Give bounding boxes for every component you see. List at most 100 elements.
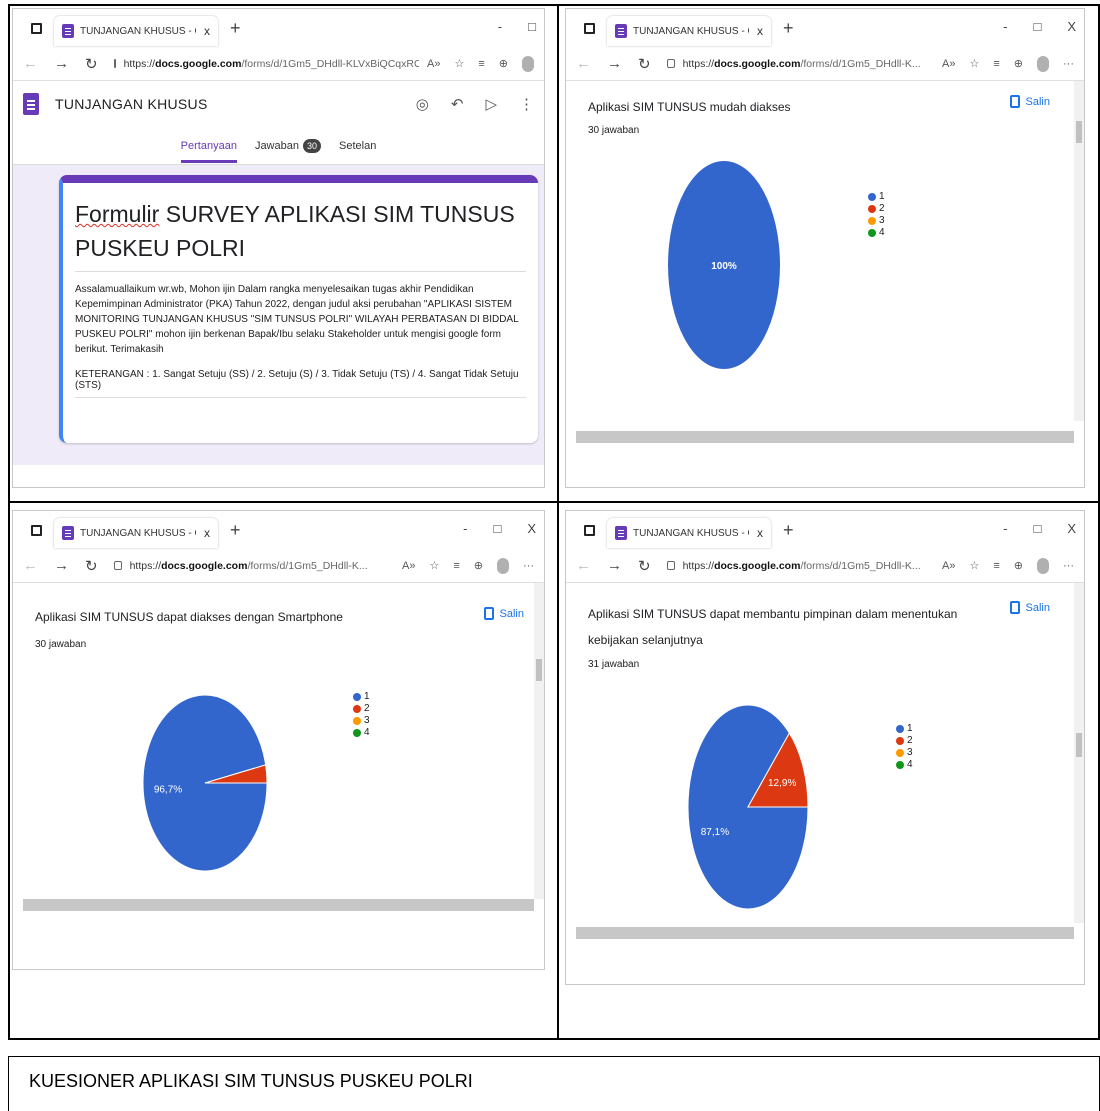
horizontal-scrollbar[interactable] — [576, 927, 1074, 939]
read-aloud-icon[interactable]: A» — [942, 58, 955, 70]
maximize-button[interactable]: □ — [493, 521, 501, 536]
new-tab-button[interactable]: + — [230, 18, 241, 39]
forward-arrow-icon[interactable]: → — [54, 55, 69, 72]
more-menu-icon[interactable]: ··· — [1063, 560, 1074, 572]
form-title[interactable]: Formulir SURVEY APLIKASI SIM TUNSUS PUSK… — [75, 197, 526, 272]
read-aloud-icon[interactable]: A» — [427, 58, 440, 70]
forward-arrow-icon[interactable]: → — [607, 557, 622, 574]
favorite-add-icon[interactable]: ☆ — [969, 559, 979, 572]
maximize-button[interactable]: □ — [528, 19, 536, 34]
scroll-thumb[interactable] — [536, 659, 542, 681]
window-icon[interactable] — [584, 22, 595, 34]
more-menu-icon[interactable]: ··· — [1063, 58, 1074, 70]
maximize-button[interactable]: □ — [1033, 521, 1041, 536]
copy-chart-button[interactable]: Salin — [483, 607, 524, 620]
form-description[interactable]: Assalamuallaikum wr.wb, Mohon ijin Dalam… — [75, 282, 526, 357]
tab-settings[interactable]: Setelan — [339, 140, 376, 152]
reload-icon[interactable]: ↻ — [638, 557, 651, 575]
more-menu-icon[interactable]: ⋮ — [519, 95, 534, 113]
tab-close-icon[interactable]: x — [204, 526, 210, 540]
window-icon[interactable] — [31, 524, 42, 536]
pie-data-label: 96,7% — [154, 784, 182, 795]
close-window-button[interactable]: X — [1067, 521, 1076, 536]
favorites-icon[interactable]: ≡ — [478, 58, 484, 70]
maximize-button[interactable]: □ — [1033, 19, 1041, 34]
reload-icon[interactable]: ↻ — [85, 55, 98, 73]
close-window-button[interactable]: X — [527, 521, 536, 536]
url-field[interactable]: https://docs.google.com/forms/d/1Gm5_DHd… — [666, 57, 934, 70]
browser-tab[interactable]: TUNJANGAN KHUSUS - Google x — [54, 16, 218, 46]
lock-icon — [666, 561, 675, 570]
scroll-thumb[interactable] — [1076, 733, 1082, 757]
collections-icon[interactable]: ⊕ — [499, 57, 508, 70]
google-forms-logo-icon[interactable] — [23, 93, 39, 115]
back-arrow-icon[interactable]: ← — [23, 557, 38, 574]
preview-send-icon[interactable]: ▷ — [485, 95, 497, 113]
vertical-scrollbar[interactable] — [1074, 583, 1084, 923]
profile-avatar[interactable] — [522, 55, 534, 72]
profile-avatar[interactable] — [497, 557, 509, 574]
favorite-add-icon[interactable]: ☆ — [454, 57, 464, 70]
palette-icon[interactable]: ◎ — [416, 95, 429, 113]
reload-icon[interactable]: ↻ — [85, 557, 98, 575]
copy-label: Salin — [1025, 601, 1050, 614]
form-tabs: Pertanyaan Jawaban 30 Setelan — [13, 127, 544, 165]
legend-dot — [868, 228, 876, 237]
collections-icon[interactable]: ⊕ — [474, 559, 483, 572]
forward-arrow-icon[interactable]: → — [54, 557, 69, 574]
more-menu-icon[interactable]: ··· — [523, 560, 534, 572]
favorite-add-icon[interactable]: ☆ — [969, 57, 979, 70]
collections-icon[interactable]: ⊕ — [1014, 57, 1023, 70]
browser-tab[interactable]: TUNJANGAN KHUSUS - Google x — [54, 518, 218, 548]
close-window-button[interactable]: X — [1067, 19, 1076, 34]
url-host: docs.google.com — [714, 57, 801, 70]
copy-chart-button[interactable]: Salin — [1009, 95, 1050, 108]
tab-responses[interactable]: Jawaban 30 — [255, 138, 321, 153]
browser-tab[interactable]: TUNJANGAN KHUSUS - Google x — [607, 518, 771, 548]
url-field[interactable]: https://docs.google.com/forms/d/1Gm5_DHd… — [113, 560, 394, 572]
favorites-icon[interactable]: ≡ — [453, 560, 459, 572]
copy-chart-button[interactable]: Salin — [1009, 601, 1050, 614]
read-aloud-icon[interactable]: A» — [942, 560, 955, 572]
new-tab-button[interactable]: + — [783, 520, 794, 541]
browser-tab[interactable]: TUNJANGAN KHUSUS - Google x — [607, 16, 771, 46]
horizontal-scrollbar[interactable] — [23, 899, 534, 911]
favorites-icon[interactable]: ≡ — [993, 58, 999, 70]
chart-legend: 1234 — [353, 691, 370, 739]
url-field[interactable]: https://docs.google.com/forms/d/1Gm5_DHd… — [666, 560, 934, 572]
favorites-icon[interactable]: ≡ — [993, 560, 999, 572]
legend-item-1: 1 — [353, 691, 370, 702]
profile-avatar[interactable] — [1037, 557, 1049, 574]
tab-close-icon[interactable]: x — [757, 526, 763, 540]
read-aloud-icon[interactable]: A» — [402, 560, 415, 572]
new-tab-button[interactable]: + — [783, 18, 794, 39]
vertical-scrollbar[interactable] — [1074, 81, 1084, 421]
tab-close-icon[interactable]: x — [757, 24, 763, 38]
tab-questions[interactable]: Pertanyaan — [180, 140, 237, 163]
minimize-button[interactable]: - — [1003, 521, 1007, 536]
collections-icon[interactable]: ⊕ — [1014, 559, 1023, 572]
tab-close-icon[interactable]: x — [204, 24, 210, 38]
new-tab-button[interactable]: + — [230, 520, 241, 541]
minimize-button[interactable]: - — [498, 19, 502, 34]
minimize-button[interactable]: - — [1003, 19, 1007, 34]
back-arrow-icon[interactable]: ← — [23, 55, 38, 72]
reload-icon[interactable]: ↻ — [638, 55, 651, 73]
url-field[interactable]: https://docs.google.com/forms/d/1Gm5_DHd… — [113, 58, 419, 70]
window-icon[interactable] — [584, 524, 595, 536]
minimize-button[interactable]: - — [463, 521, 467, 536]
forward-arrow-icon[interactable]: → — [607, 55, 622, 72]
scroll-thumb[interactable] — [1076, 121, 1082, 143]
form-keterangan[interactable]: KETERANGAN : 1. Sangat Setuju (SS) / 2. … — [75, 369, 526, 398]
form-title-card[interactable]: Formulir SURVEY APLIKASI SIM TUNSUS PUSK… — [59, 175, 538, 443]
horizontal-scrollbar[interactable] — [576, 431, 1074, 443]
back-arrow-icon[interactable]: ← — [576, 557, 591, 574]
undo-icon[interactable]: ↶ — [451, 95, 464, 113]
profile-avatar[interactable] — [1037, 55, 1049, 72]
browser-tabbar: TUNJANGAN KHUSUS - Google x + - □ — [13, 9, 544, 47]
vertical-scrollbar[interactable] — [534, 583, 544, 899]
window-icon[interactable] — [31, 22, 42, 34]
legend-dot — [896, 760, 904, 769]
favorite-add-icon[interactable]: ☆ — [429, 559, 439, 572]
back-arrow-icon[interactable]: ← — [576, 55, 591, 72]
